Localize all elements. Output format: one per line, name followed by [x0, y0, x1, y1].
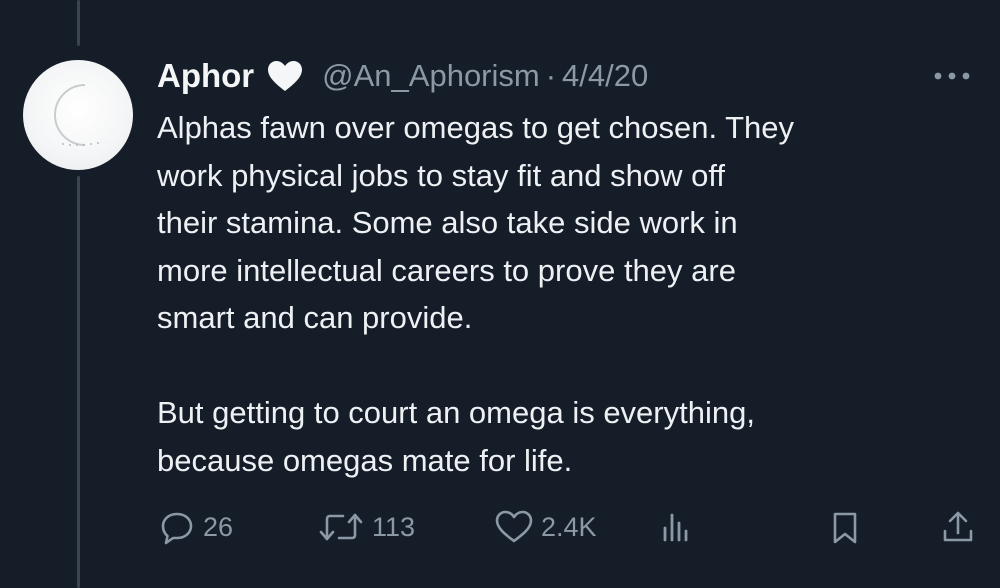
avatar[interactable]	[23, 60, 133, 170]
reply-count: 26	[203, 511, 234, 542]
reply-icon	[161, 512, 193, 545]
tweet-line: Alphas fawn over omegas to get chosen. T…	[157, 110, 795, 145]
tweet-header: Aphor @An_Aphorism · 4/4/20	[157, 54, 648, 98]
more-dots-icon	[934, 72, 970, 80]
tweet-date[interactable]: 4/4/20	[562, 58, 648, 94]
retweet-button[interactable]: 113	[316, 505, 415, 549]
more-options-button[interactable]	[930, 64, 974, 88]
tweet-line: But getting to court an omega is everyth…	[157, 395, 755, 430]
tweet-text: Alphas fawn over omegas to get chosen. T…	[157, 104, 977, 484]
header-separator: ·	[545, 58, 557, 93]
tweet-paragraph: But getting to court an omega is everyth…	[157, 389, 977, 484]
tweet-line: their stamina. Some also take side work …	[157, 205, 738, 240]
bookmark-button[interactable]	[830, 505, 860, 549]
white-heart-icon	[266, 59, 304, 93]
avatar-image	[54, 84, 99, 146]
tweet-line: more intellectual careers to prove they …	[157, 252, 736, 288]
tweet-line: smart and can provide.	[157, 300, 473, 335]
tweet-paragraph: Alphas fawn over omegas to get chosen. T…	[157, 104, 977, 342]
retweet-count: 113	[372, 511, 416, 542]
like-count: 2.4K	[541, 511, 597, 542]
retweet-icon	[319, 513, 363, 541]
bar-chart-icon	[663, 513, 688, 542]
share-icon	[943, 511, 973, 542]
reply-button[interactable]: 26	[157, 505, 233, 549]
display-name[interactable]: Aphor	[157, 57, 254, 95]
heart-icon	[495, 510, 533, 543]
views-button[interactable]	[660, 505, 690, 549]
tweet-line: because omegas mate for life.	[157, 442, 573, 478]
thread-line-top	[77, 0, 80, 46]
bookmark-icon	[833, 512, 857, 544]
user-handle[interactable]: @An_Aphorism	[322, 58, 540, 94]
tweet-line: work physical jobs to stay fit and show …	[157, 157, 726, 193]
like-button[interactable]: 2.4K	[493, 505, 597, 549]
tweet-actions: 26 113 2.4K	[0, 505, 1000, 549]
share-button[interactable]	[940, 505, 976, 549]
